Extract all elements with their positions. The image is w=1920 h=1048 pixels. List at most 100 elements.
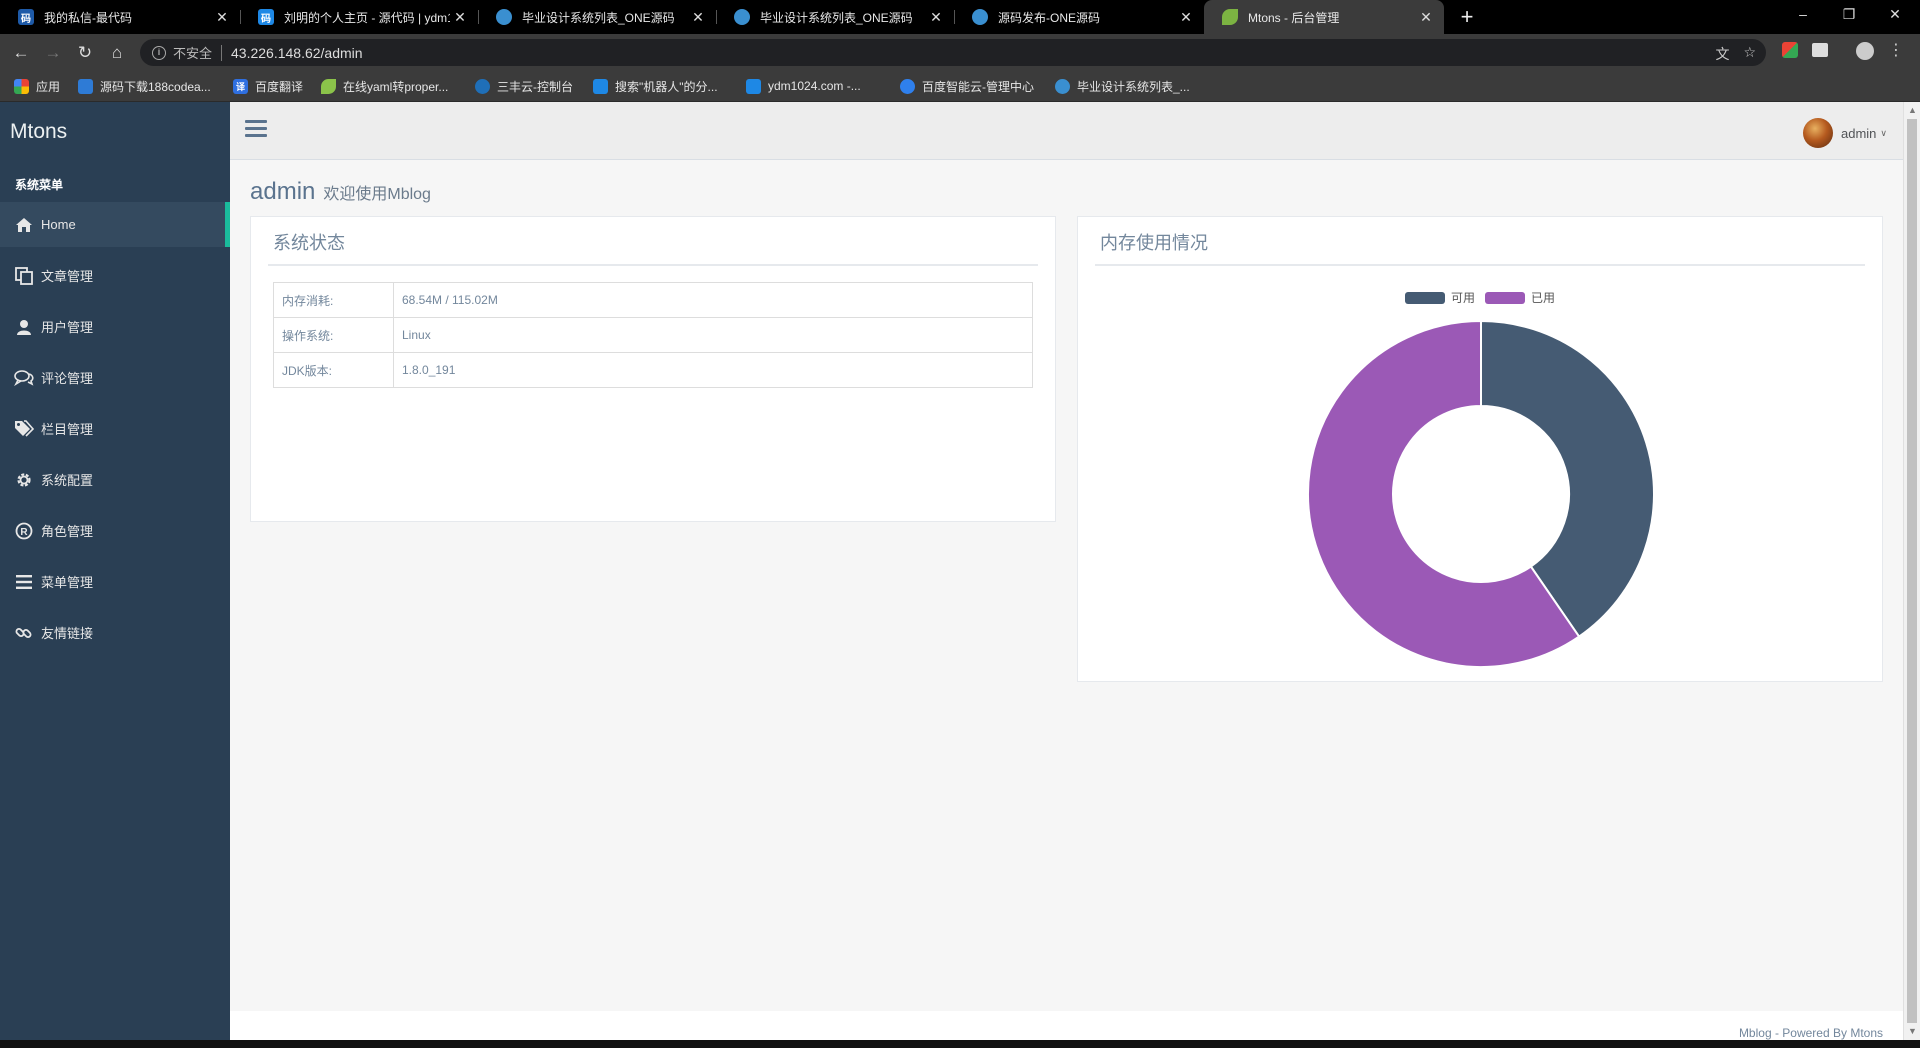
sidebar-item-articles[interactable]: 文章管理 [0,253,230,298]
reload-icon[interactable]: ↻ [74,42,96,64]
close-window-button[interactable]: ✕ [1872,0,1918,30]
browser-tab[interactable]: 毕业设计系统列表_ONE源码 ✕ [716,0,954,34]
tags-icon [14,419,34,438]
browser-tab-active[interactable]: Mtons - 后台管理 ✕ [1204,0,1444,34]
bookmark-star-icon[interactable]: ☆ [1743,44,1756,64]
sidebar-item-links[interactable]: 友情链接 [0,610,230,655]
bookmark-label: 百度智能云-管理中心 [922,79,1034,94]
profile-icon[interactable] [1856,42,1874,60]
table-cell-value: 68.54M / 115.02M [393,282,1033,318]
extension-icon[interactable] [1812,43,1828,57]
table-row: 内存消耗: 68.54M / 115.02M [273,282,1033,318]
globe-favicon-icon [496,9,512,25]
close-tab-icon[interactable]: ✕ [1176,9,1196,26]
security-status: 不安全 [173,46,213,61]
browser-tab[interactable]: 码 刘明的个人主页 - 源代码 | ydm1 ✕ [240,0,478,34]
tab-title: Mtons - 后台管理 [1248,10,1340,25]
sidebar-item-label: 友情链接 [41,626,94,641]
bookmarks-bar: 应用 源码下载188codea... 译 百度翻译 在线yaml转proper.… [0,70,1920,102]
legend-item[interactable]: 已用 [1485,289,1555,306]
sidebar-item-label: 文章管理 [41,269,94,284]
bookmark-apps[interactable]: 应用 [14,77,60,95]
sidebar-item-comments[interactable]: 评论管理 [0,355,230,400]
menu-heading: 系统菜单 [15,178,64,192]
site-brand[interactable]: Mtons [10,120,67,144]
site-favicon-icon [746,78,761,94]
close-tab-icon[interactable]: ✕ [450,9,470,26]
user-menu[interactable]: admin ∨ [1802,118,1887,148]
back-arrow-icon[interactable]: ← [10,42,32,64]
close-tab-icon[interactable]: ✕ [688,9,708,26]
sidebar-item-label: Home [41,217,76,232]
bookmark-item[interactable]: 译 百度翻译 [233,77,303,95]
page-viewport: Mtons 系统菜单 Home 文章管理 用户管理 评论管理 栏目管理 系统配置… [0,102,1920,1040]
browser-tab[interactable]: 码 我的私信-最代码 ✕ [0,0,240,34]
site-favicon-icon: 码 [18,9,34,25]
sidebar-item-channels[interactable]: 栏目管理 [0,406,230,451]
bookmark-item[interactable]: 源码下载188codea... [78,77,211,95]
bookmark-item[interactable]: 搜索"机器人"的分... [593,77,718,95]
new-tab-button[interactable]: + [1454,4,1480,30]
table-cell-key: 操作系统: [273,317,394,353]
bookmark-item[interactable]: 在线yaml转proper... [321,77,448,95]
extension-icon[interactable] [1782,42,1798,58]
legend-label: 可用 [1450,291,1475,305]
bars-icon [14,574,34,589]
sidebar-item-menus[interactable]: 菜单管理 [0,559,230,604]
os-taskbar [0,1040,1920,1048]
bookmark-label: 应用 [36,79,61,94]
page-title-main: admin [250,178,316,205]
scroll-down-arrow-icon[interactable]: ▼ [1904,1023,1920,1040]
url-text[interactable]: 43.226.148.62/admin [231,45,363,61]
memory-usage-panel: 内存使用情况 可用 已用 [1077,216,1883,682]
more-menu-icon[interactable]: ⋮ [1888,42,1904,60]
bookmark-label: 百度翻译 [255,79,304,94]
scrollbar-thumb[interactable] [1907,119,1917,1023]
close-tab-icon[interactable]: ✕ [212,9,232,26]
translate-icon[interactable]: ⽂ [1715,44,1729,64]
footer-text: Mblog - Powered By Mtons [1738,1026,1883,1040]
avatar [1802,118,1833,148]
sidebar-item-roles[interactable]: R 角色管理 [0,508,230,553]
bookmark-label: 毕业设计系统列表_... [1077,79,1190,94]
panel-title: 系统状态 [273,233,345,253]
close-tab-icon[interactable]: ✕ [1416,9,1436,26]
bookmark-label: 搜索"机器人"的分... [615,79,718,94]
address-bar[interactable]: i 不安全 43.226.148.62/admin ⽂ ☆ [140,39,1766,66]
browser-tab[interactable]: 源码发布-ONE源码 ✕ [954,0,1204,34]
page-scrollbar[interactable]: ▲ ▼ [1903,102,1920,1040]
user-icon [14,319,34,335]
tab-title: 毕业设计系统列表_ONE源码 [522,10,675,25]
bookmark-item[interactable]: 三丰云-控制台 [475,77,573,95]
browser-toolbar: ← → ↻ ⌂ i 不安全 43.226.148.62/admin ⽂ ☆ ⋮ [0,34,1920,70]
registered-icon: R [14,522,34,540]
chart-legend: 可用 已用 [1078,289,1882,306]
table-cell-key: JDK版本: [273,352,394,388]
site-favicon-icon [78,78,93,94]
bookmark-item[interactable]: 毕业设计系统列表_... [1055,77,1190,95]
bookmark-item[interactable]: 百度智能云-管理中心 [900,77,1034,95]
table-row: 操作系统: Linux [273,317,1033,353]
bookmark-item[interactable]: ydm1024.com -... [746,77,861,95]
forward-arrow-icon[interactable]: → [42,42,64,64]
menu-toggle-icon[interactable] [245,120,267,138]
table-cell-value: 1.8.0_191 [393,352,1033,388]
table-cell-value: Linux [393,317,1033,353]
page-title: admin 欢迎使用Mblog [250,178,431,206]
minimize-window-button[interactable]: – [1780,0,1826,30]
sidebar-item-users[interactable]: 用户管理 [0,304,230,349]
info-icon[interactable]: i [152,45,166,60]
sidebar-item-settings[interactable]: 系统配置 [0,457,230,502]
sidebar-item-home[interactable]: Home [0,202,230,247]
home-icon[interactable]: ⌂ [106,42,128,64]
legend-item[interactable]: 可用 [1404,289,1475,306]
scroll-up-arrow-icon[interactable]: ▲ [1904,102,1920,119]
link-icon [14,624,34,642]
close-tab-icon[interactable]: ✕ [926,9,946,26]
page-title-subtitle: 欢迎使用Mblog [323,186,431,203]
top-nav: admin ∨ [230,102,1903,160]
browser-tab[interactable]: 毕业设计系统列表_ONE源码 ✕ [478,0,716,34]
copy-icon [14,266,34,285]
gear-icon [14,471,34,489]
restore-window-button[interactable]: ❐ [1826,0,1872,30]
